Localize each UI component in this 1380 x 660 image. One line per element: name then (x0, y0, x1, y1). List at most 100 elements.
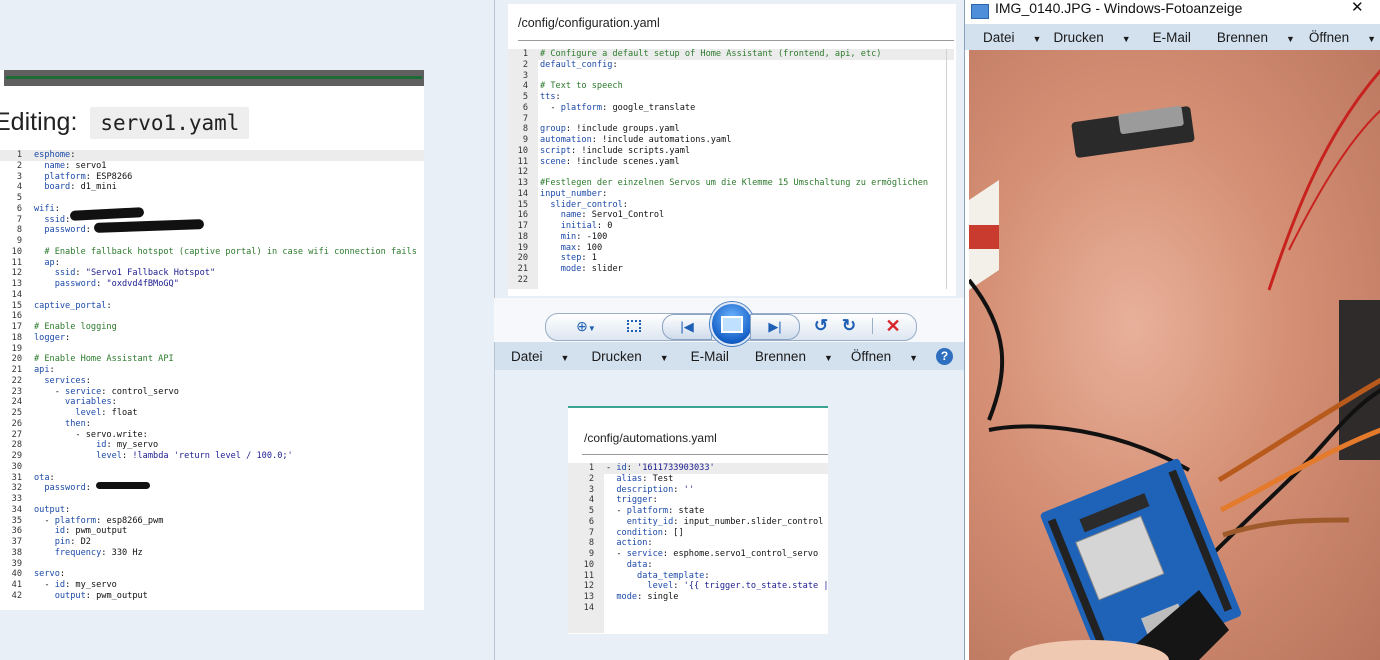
automations-code-line: data_template: (637, 570, 710, 581)
slideshow-button[interactable] (710, 302, 754, 346)
chevron-down-icon: ▼ (823, 353, 833, 363)
line-number: 30 (11, 461, 22, 472)
line-number: 12 (11, 268, 22, 279)
line-number: 16 (11, 311, 22, 322)
config-code-line (540, 114, 928, 125)
config-scrollbar[interactable] (946, 49, 947, 289)
line-number: 13 (583, 592, 594, 602)
chevron-down-icon: ▼ (659, 353, 669, 363)
previous-button[interactable]: |◀ (662, 314, 712, 340)
configuration-divider (518, 40, 954, 41)
line-number: 37 (11, 537, 22, 547)
line-number: 7 (16, 214, 22, 225)
config-code-line (540, 71, 928, 82)
configuration-path: /config/configuration.yaml (518, 16, 660, 30)
automations-code-area[interactable]: 1 2 3 4 5 6 7 8 9 10 11 12 13 14 - id: '1611733903033… (568, 463, 828, 633)
line-number: 7 (522, 113, 528, 124)
photo-image (969, 50, 1380, 660)
automations-code-line: alias: Test (616, 473, 674, 484)
automations-editor-panel: /config/automations.yaml 1 2 3 4 5 6 7 8 9 10 11 12… (568, 406, 828, 634)
automations-code-line: level: '{{ trigger.to_state.state | (647, 581, 828, 592)
bg-menu-item-oeffnen[interactable]: Öffnen (851, 349, 891, 364)
esphome-code-line: password: "oxdvd4fBMoGQ" (54, 279, 179, 289)
menu-item-email[interactable]: E-Mail (1153, 30, 1191, 45)
esphome-code-area[interactable]: 1 2 3 4 5 6 7 8 9 10 11 12 13 14 15 16 17 18 19 20 21 22 23 24 2… (0, 150, 424, 605)
config-code-line: automation: !include automations.yaml (540, 135, 732, 145)
esphome-code-line (34, 494, 417, 505)
configuration-code-area[interactable]: 1 2 3 4 5 6 7 8 9 10 11 12 13 14 15 16 17 18 19 20 21 22 # Co… (508, 49, 956, 289)
photo-viewer-window: IMG_0140.JPG - Windows-Fotoanzeige ✕ Dat… (964, 0, 1380, 660)
line-number: 5 (522, 92, 528, 102)
editing-label: Editing: (0, 108, 78, 136)
chevron-down-icon: ▼ (1367, 34, 1377, 44)
bg-menu-item-drucken[interactable]: Drucken (591, 349, 641, 364)
line-number: 11 (517, 156, 528, 167)
esphome-code-line: api: (34, 365, 55, 375)
bg-menu-item-datei[interactable]: Datei (511, 349, 543, 364)
config-code-line (540, 275, 928, 286)
esphome-code-line: # Enable logging (34, 322, 117, 332)
chevron-down-icon: ▼ (1121, 34, 1131, 44)
line-number: 2 (16, 160, 22, 171)
line-number: 40 (11, 569, 22, 580)
line-number: 1 (16, 150, 22, 160)
menu-item-drucken[interactable]: Drucken (1053, 30, 1103, 45)
rotate-left-button[interactable]: ↺ (810, 316, 832, 336)
config-code-line: min: -100 (560, 231, 608, 242)
line-number: 6 (522, 102, 528, 113)
bg-menu-item-brennen[interactable]: Brennen (755, 349, 806, 364)
slideshow-icon (721, 315, 743, 333)
config-code-line: step: 1 (560, 253, 597, 264)
config-code-line: name: Servo1_Control (560, 210, 665, 221)
esphome-code-line: frequency: 330 Hz (54, 547, 143, 558)
line-number: 16 (517, 210, 528, 221)
rotate-right-button[interactable]: ↻ (838, 316, 860, 336)
config-code-line: default_config: (540, 59, 618, 70)
help-icon[interactable]: ? (936, 348, 953, 365)
line-number: 20 (11, 354, 22, 365)
line-number: 3 (16, 171, 22, 182)
line-number: 33 (11, 494, 22, 504)
line-number: 38 (11, 547, 22, 558)
line-number: 19 (517, 242, 528, 253)
window-close-icon[interactable]: ✕ (1351, 0, 1369, 16)
menu-item-brennen[interactable]: Brennen (1217, 30, 1268, 45)
menu-item-oeffnen[interactable]: Öffnen (1309, 30, 1349, 45)
configuration-code-lines: # Configure a default setup of Home Assi… (540, 49, 928, 286)
config-code-line: max: 100 (560, 242, 603, 253)
line-number: 7 (588, 527, 594, 538)
fit-button[interactable] (622, 316, 646, 336)
menu-item-datei[interactable]: Datei (983, 30, 1015, 45)
line-number: 41 (11, 580, 22, 590)
zoom-icon: ⊕▼ (576, 317, 596, 334)
line-number: 19 (11, 343, 22, 354)
line-number: 35 (11, 515, 22, 526)
esphome-code-line: level: !lambda 'return level / 100.0;' (96, 451, 293, 461)
line-number: 5 (588, 506, 594, 516)
line-number: 9 (522, 135, 528, 145)
delete-button[interactable]: ✕ (882, 316, 904, 336)
esphome-code-line: password: (44, 225, 91, 236)
chevron-down-icon: ▼ (909, 353, 919, 363)
automations-code-line (606, 603, 828, 614)
esphome-code-line (34, 462, 417, 473)
esphome-line-numbers: 1 2 3 4 5 6 7 8 9 10 11 12 13 14 15 16 17 18 19 20 21 22 23 24 2… (0, 150, 22, 602)
next-button[interactable]: ▶| (750, 314, 800, 340)
esphome-code-line: pin: D2 (54, 537, 91, 547)
line-number: 22 (517, 274, 528, 285)
esphome-code-line: logger: (34, 332, 71, 343)
editor-top-green-line (6, 76, 422, 79)
esphome-code-line: id: my_servo (96, 440, 159, 451)
esphome-code-line: level: float (75, 408, 138, 418)
line-number: 1 (522, 49, 528, 59)
line-number: 15 (11, 300, 22, 311)
line-number: 17 (11, 322, 22, 332)
line-number: 22 (11, 375, 22, 386)
bg-menu-item-email[interactable]: E-Mail (691, 349, 729, 364)
esphome-code-line: - service: control_servo (34, 386, 179, 397)
esphome-code-line: password: (44, 483, 91, 494)
zoom-button[interactable]: ⊕▼ (570, 316, 602, 336)
delete-icon: ✕ (885, 315, 901, 336)
esphome-code-line: board: d1_mini (44, 182, 117, 193)
line-number: 8 (588, 538, 594, 549)
